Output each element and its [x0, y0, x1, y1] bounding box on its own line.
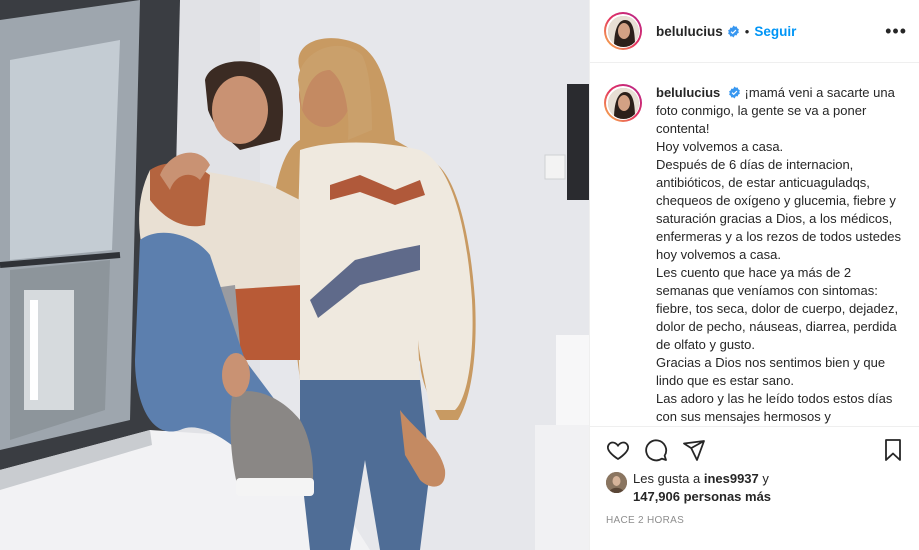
- liker-username[interactable]: ines9937: [704, 471, 759, 486]
- likes-prefix: Les gusta a: [633, 471, 704, 486]
- caption-area: belulucius ¡mamá veni a sacarte una foto…: [590, 64, 919, 426]
- caption-avatar[interactable]: [607, 87, 639, 119]
- caption-username[interactable]: belulucius: [656, 85, 720, 100]
- avatar[interactable]: [607, 15, 639, 47]
- save-button[interactable]: [879, 436, 907, 464]
- action-bar: [590, 426, 919, 472]
- follow-button[interactable]: Seguir: [754, 24, 796, 39]
- likes-text: Les gusta a ines9937 y 147,906 personas …: [633, 470, 771, 506]
- likes-summary: Les gusta a ines9937 y 147,906 personas …: [606, 470, 907, 506]
- comment-icon: [645, 438, 668, 461]
- story-ring[interactable]: [604, 12, 642, 50]
- heart-icon: [607, 441, 629, 460]
- likes-joiner: y: [758, 471, 769, 486]
- more-options-icon[interactable]: •••: [885, 22, 907, 40]
- photo-scene: [0, 0, 589, 550]
- post-sidebar: belulucius • Seguir ••• belulucius ¡mamá…: [589, 0, 919, 550]
- paper-plane-icon: [683, 439, 705, 461]
- share-button[interactable]: [680, 436, 708, 464]
- verified-badge-icon: [727, 25, 740, 38]
- caption-story-ring[interactable]: [604, 84, 642, 122]
- like-button[interactable]: [604, 436, 632, 464]
- separator-dot: •: [744, 23, 750, 39]
- liker-avatar[interactable]: [606, 472, 627, 493]
- post-header: belulucius • Seguir •••: [590, 0, 919, 63]
- username[interactable]: belulucius: [656, 24, 723, 39]
- post-photo[interactable]: [0, 0, 589, 550]
- caption: belulucius ¡mamá veni a sacarte una foto…: [656, 84, 905, 426]
- comment-button[interactable]: [642, 436, 670, 464]
- post-timestamp[interactable]: HACE 2 HORAS: [606, 515, 684, 526]
- caption-body: ¡mamá veni a sacarte una foto conmigo, l…: [656, 85, 901, 424]
- likes-count[interactable]: 147,906 personas más: [633, 489, 771, 504]
- caption-verified-badge-icon: [728, 86, 741, 99]
- caption-row: belulucius ¡mamá veni a sacarte una foto…: [604, 84, 905, 426]
- bookmark-icon: [885, 438, 901, 461]
